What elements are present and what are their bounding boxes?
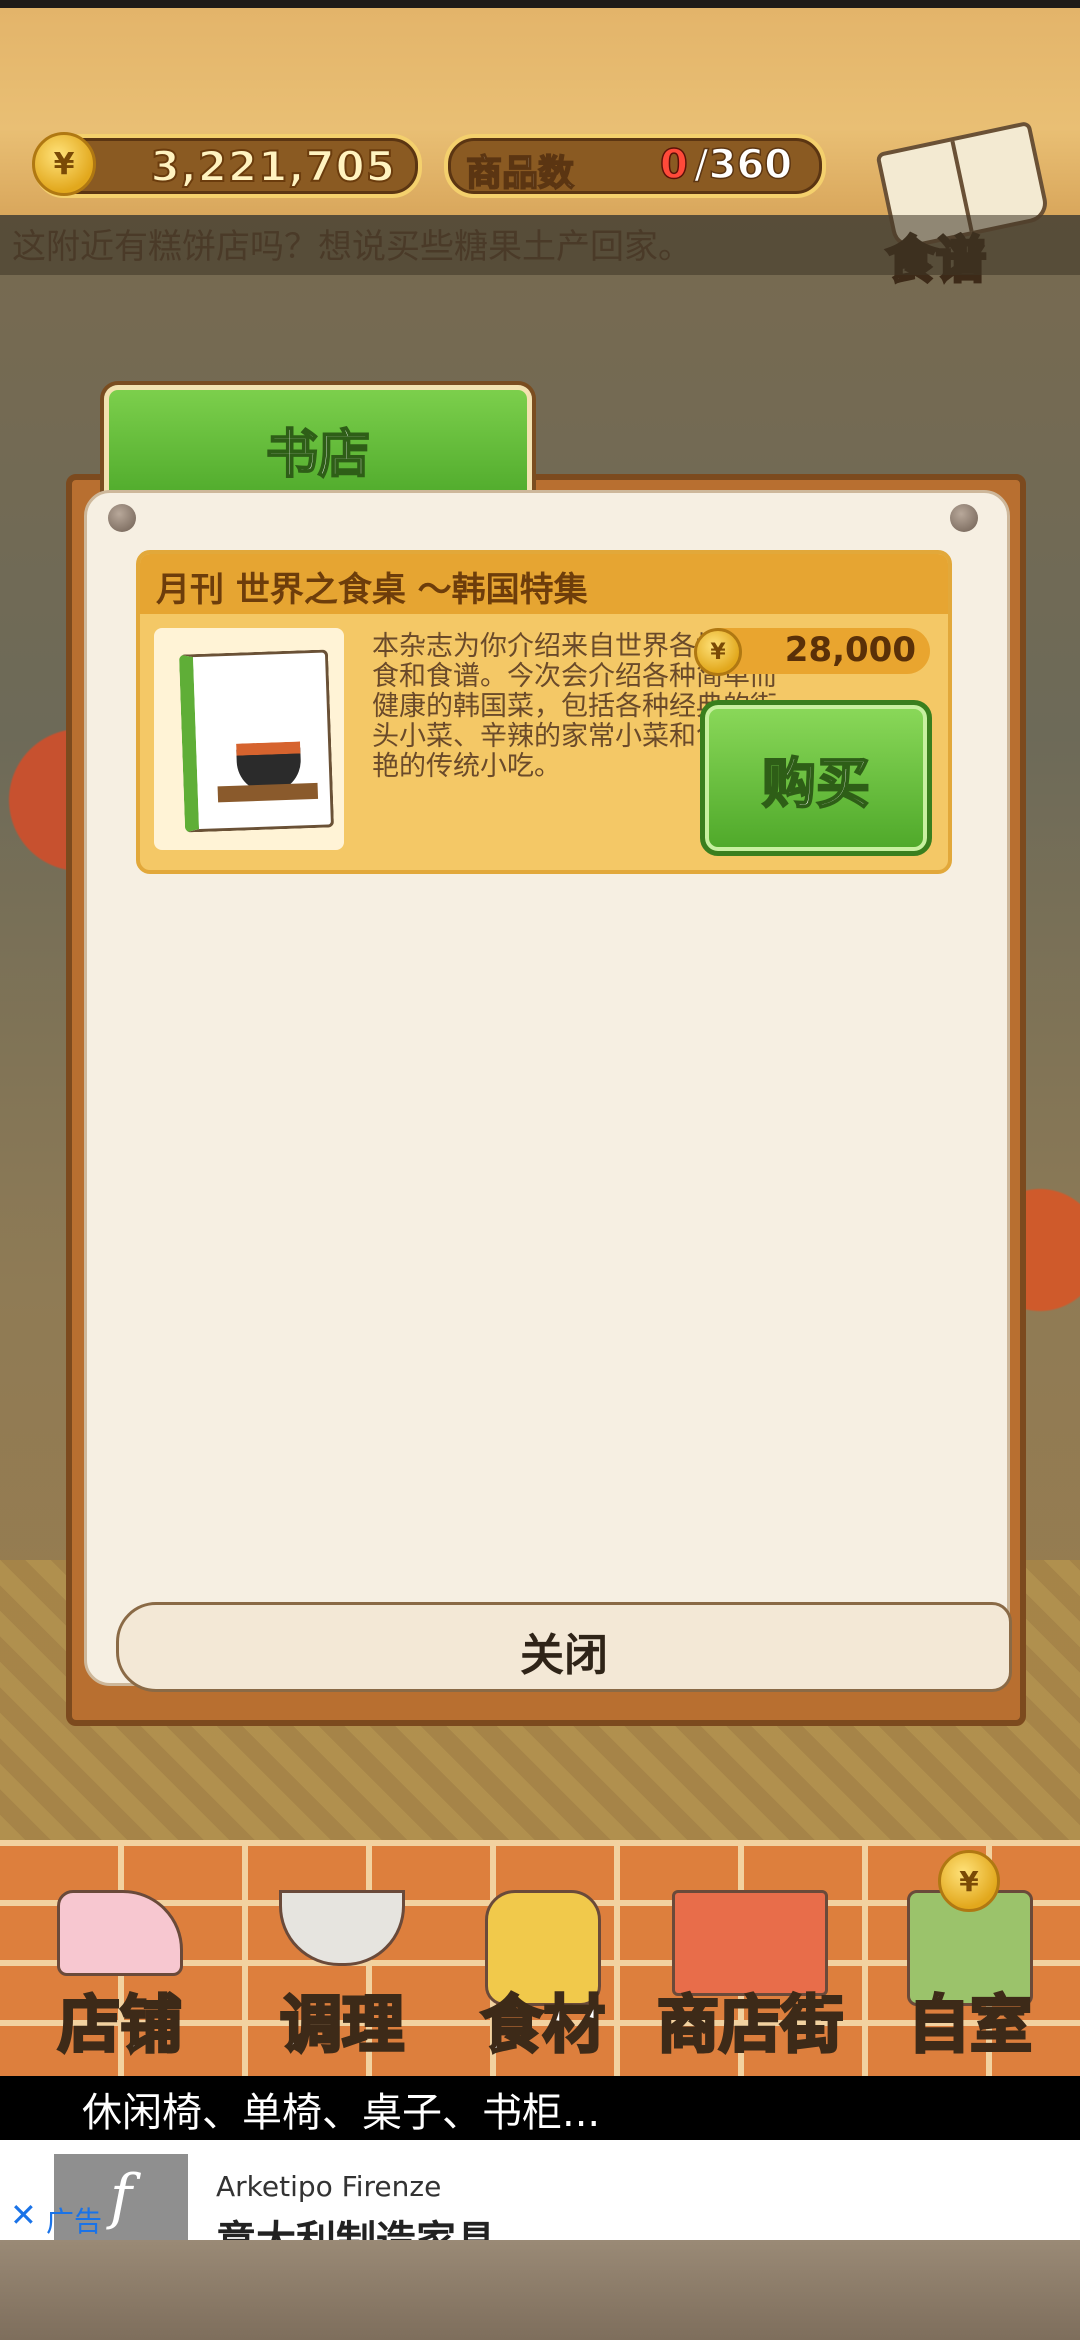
nav-shopping-street-label: 商店街	[655, 1987, 844, 2063]
nav-shop[interactable]: 店铺	[30, 1880, 210, 2070]
buy-button-label: 购买	[761, 751, 871, 816]
item-image	[154, 628, 344, 850]
bottom-background-strip	[0, 2240, 1080, 2340]
item-title: 月刊 世界之食桌 ～韩国特集	[156, 570, 588, 610]
coin-balance: ¥ 3,221,705	[32, 132, 422, 198]
pin-icon	[108, 504, 136, 532]
item-count: 商品数 0 /360	[444, 134, 826, 198]
tab-bookstore[interactable]: 书店	[104, 385, 532, 500]
yen-coin-icon: ¥	[32, 132, 96, 196]
nav-my-room[interactable]: ¥ 自室	[880, 1850, 1060, 2070]
close-button-label: 关闭	[520, 1630, 608, 1681]
ad-label: 广告	[46, 2205, 103, 2238]
yen-coin-icon: ¥	[694, 628, 742, 676]
price-value: 28,000	[784, 630, 916, 670]
ad-banner[interactable]: ✕ f 广告 Arketipo Firenze 意大利制造家具	[0, 2140, 1080, 2240]
close-icon[interactable]: ✕	[10, 2196, 37, 2234]
nav-shop-label: 店铺	[56, 1987, 183, 2063]
coin-amount: 3,221,705	[150, 141, 396, 192]
nav-shopping-street[interactable]: 商店街	[640, 1880, 860, 2070]
nav-my-room-label: 自室	[906, 1987, 1033, 2063]
narration-bar: 这附近有糕饼店吗？想说买些糖果土产回家。	[0, 215, 1080, 275]
tray-icon	[217, 782, 319, 803]
item-count-current: 0	[659, 141, 688, 189]
mixing-bowl-icon	[279, 1890, 405, 1966]
nav-ingredients[interactable]: 食材	[458, 1880, 628, 2070]
nav-ingredients-label: 食材	[479, 1987, 606, 2063]
magazine-icon	[178, 649, 335, 833]
cake-icon	[57, 1890, 183, 1976]
narration-text: 这附近有糕饼店吗？想说买些糖果土产回家。	[12, 227, 692, 267]
tab-bookstore-label: 书店	[265, 424, 371, 486]
bottom-navigation: 店铺 调理 食材 商店街 ¥ 自室	[0, 1840, 1080, 2080]
item-price: ¥ 28,000	[694, 628, 930, 676]
ad-top-text: 休闲椅、单椅、桌子、书柜...	[82, 2090, 601, 2136]
pin-icon	[950, 504, 978, 532]
nav-cook[interactable]: 调理	[252, 1880, 432, 2070]
nav-cook-label: 调理	[278, 1987, 405, 2063]
item-count-label: 商品数	[465, 152, 575, 195]
ad-advertiser: Arketipo Firenze	[216, 2170, 442, 2203]
close-button[interactable]: 关闭	[116, 1602, 1012, 1692]
shop-item-card: 月刊 世界之食桌 ～韩国特集 本杂志为你介绍来自世界各地的美食和食谱。今次会介绍…	[136, 550, 952, 874]
item-header: 月刊 世界之食桌 ～韩国特集	[140, 554, 948, 614]
yen-coin-badge-icon: ¥	[938, 1850, 1000, 1912]
buy-button[interactable]: 购买	[700, 700, 932, 856]
item-count-max: /360	[693, 141, 793, 189]
ad-headline: 意大利制造家具	[216, 2208, 496, 2240]
